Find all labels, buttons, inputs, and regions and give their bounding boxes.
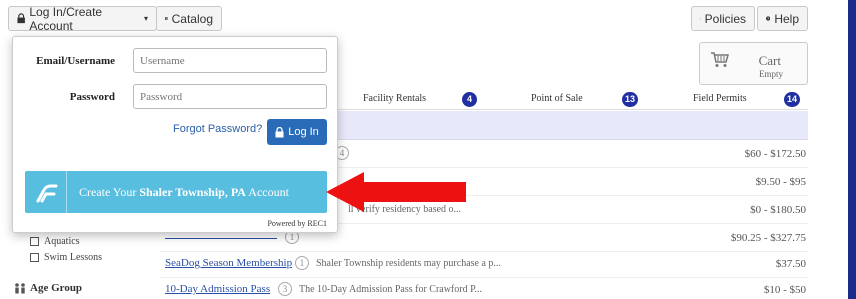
tab-field-permits-count: 14 xyxy=(784,92,801,107)
tab-point-of-sale-count: 13 xyxy=(622,92,639,107)
create-account-button[interactable]: Create Your Shaler Township, PA Account xyxy=(25,171,327,213)
result-price: $60 - $172.50 xyxy=(744,148,806,160)
result-price: $0 - $180.50 xyxy=(750,204,806,216)
catalog-label: Catalog xyxy=(171,11,213,26)
people-icon xyxy=(15,282,25,293)
login-button-label: Log In/Create Account xyxy=(29,4,103,33)
window-right-edge xyxy=(848,0,856,299)
tab-facility-rentals-count: 4 xyxy=(462,92,477,107)
create-prefix: Create Your xyxy=(79,184,137,199)
result-price: $10 - $50 xyxy=(763,284,806,296)
filter-checkbox-swim-lessons[interactable]: Swim Lessons xyxy=(30,252,102,263)
result-link[interactable]: SeaDog Season Membership xyxy=(165,257,292,269)
powered-by-label: Powered by REC1 xyxy=(267,219,327,228)
cart-label: Cart xyxy=(758,53,781,68)
result-count-badge: 1 xyxy=(295,256,309,270)
rec1-logo-icon xyxy=(36,184,57,203)
rec1-logo xyxy=(25,171,67,213)
password-field[interactable] xyxy=(133,84,327,109)
red-arrow-annotation xyxy=(326,172,466,212)
checkbox[interactable] xyxy=(30,237,39,246)
help-icon: ? xyxy=(766,16,771,21)
login-create-account-dropdown[interactable]: Log In/Create Account ▾ xyxy=(8,4,157,33)
log-in-button[interactable]: Log In xyxy=(267,119,327,145)
email-label: Email/Username xyxy=(36,55,115,67)
login-dropdown-panel: Email/Username Password Forgot Password?… xyxy=(12,36,338,233)
lock-icon xyxy=(17,13,25,24)
policies-label: Policies xyxy=(704,11,746,26)
help-label: Help xyxy=(774,11,799,26)
result-row[interactable]: SeaDog Season Membership 1 Shaler Townsh… xyxy=(160,250,808,278)
cart-widget[interactable]: Cart Empty xyxy=(699,42,808,85)
checkbox-label: Aquatics xyxy=(44,236,80,247)
result-description: Shaler Township residents may purchase a… xyxy=(316,258,501,269)
result-row[interactable]: 10-Day Admission Pass 3 The 10-Day Admis… xyxy=(160,276,808,299)
create-org-name: Shaler Township, PA xyxy=(139,184,246,199)
password-label: Password xyxy=(69,91,115,103)
create-suffix: Account xyxy=(248,184,289,199)
policies-button[interactable]: Policies xyxy=(691,6,755,31)
help-button[interactable]: ? Help xyxy=(757,6,808,31)
lock-icon xyxy=(275,126,284,137)
checkbox-label: Swim Lessons xyxy=(44,252,103,263)
tab-facility-rentals[interactable]: Facility Rentals xyxy=(363,93,426,104)
email-field[interactable] xyxy=(133,48,327,73)
age-group-label: Age Group xyxy=(30,282,83,294)
result-price: $9.50 - $95 xyxy=(755,176,806,188)
age-group-heading[interactable]: Age Group xyxy=(14,282,82,294)
result-description: The 10-Day Admission Pass for Crawford P… xyxy=(299,284,483,295)
result-price: $90.25 - $327.75 xyxy=(730,232,806,244)
svg-text:?: ? xyxy=(767,17,769,21)
cart-status: Empty xyxy=(759,69,783,79)
log-in-label: Log In xyxy=(288,126,319,138)
catalog-button[interactable]: Catalog xyxy=(156,6,222,31)
grid-icon xyxy=(165,17,168,20)
result-link-underline xyxy=(165,238,277,239)
caret-down-icon: ▾ xyxy=(143,14,148,23)
result-count-badge: 3 xyxy=(278,282,292,296)
result-link[interactable]: 10-Day Admission Pass xyxy=(165,283,270,295)
create-account-label: Create Your Shaler Township, PA Account xyxy=(67,185,289,200)
policies-icon xyxy=(700,18,701,19)
tab-point-of-sale[interactable]: Point of Sale xyxy=(531,93,583,104)
result-price: $37.50 xyxy=(775,258,806,270)
tab-field-permits[interactable]: Field Permits xyxy=(693,93,747,104)
checkbox[interactable] xyxy=(30,253,39,262)
cart-icon xyxy=(711,52,729,67)
forgot-password-link[interactable]: Forgot Password? xyxy=(173,123,262,135)
filter-checkbox-aquatics[interactable]: Aquatics xyxy=(30,236,80,247)
